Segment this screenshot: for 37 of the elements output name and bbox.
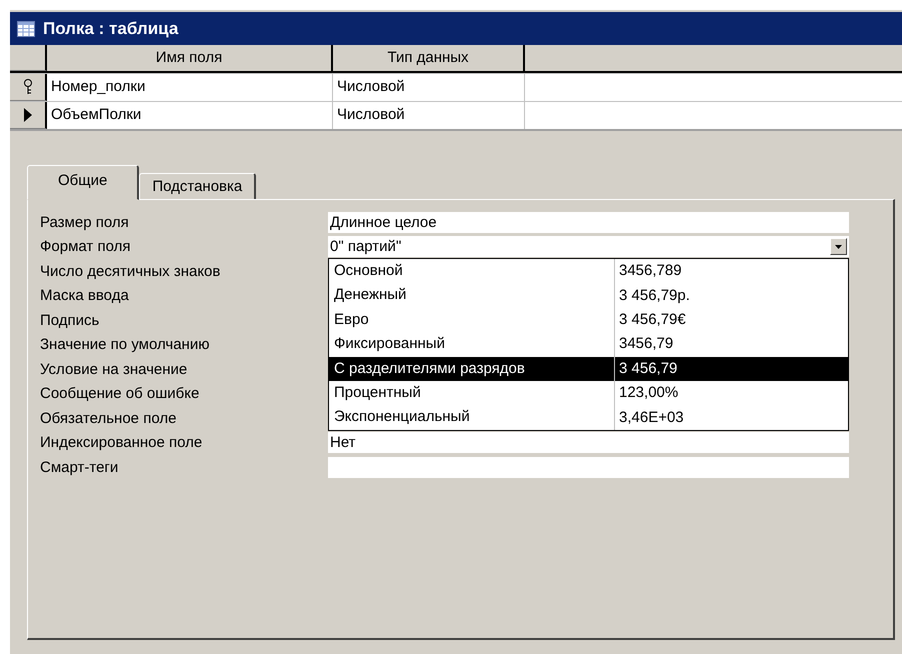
list-option[interactable]: Экспоненциальный 3,46E+03 — [329, 405, 848, 430]
property-label: Формат поля — [40, 238, 132, 256]
dropdown-button[interactable] — [830, 238, 847, 256]
row-selector[interactable] — [10, 74, 47, 101]
property-field[interactable] — [328, 456, 849, 478]
property-label: Условие на значение — [40, 360, 188, 378]
table-cell[interactable]: ОбъемПолки — [47, 102, 333, 129]
property-label: Размер поля — [40, 214, 130, 231]
table-cell[interactable]: Числовой — [333, 74, 525, 101]
property-label: Маска ввода — [40, 287, 130, 304]
window-title: Полка : таблица — [43, 18, 178, 38]
table-cell[interactable]: Числовой — [333, 102, 525, 129]
table-cell[interactable]: Номер_полки — [47, 74, 333, 101]
property-label: Число десятичных знаков — [40, 262, 222, 280]
property-label: Смарт-теги — [40, 458, 120, 476]
table-icon — [17, 20, 35, 36]
property-label: Подпись — [40, 312, 100, 329]
property-label: Обязательное поле — [40, 410, 178, 427]
property-field[interactable]: Нет — [328, 432, 849, 454]
tab[interactable]: Подстановка — [139, 173, 256, 199]
property-label: Значение по умолчанию — [40, 336, 210, 354]
key-icon — [22, 79, 32, 95]
list-option[interactable]: С разделителями разрядов 3 456,79 — [329, 356, 848, 381]
column-header[interactable]: Тип данных — [333, 45, 525, 71]
list-option[interactable]: Основной 3456,789 — [329, 259, 848, 284]
property-label: Сообщение об ошибке — [40, 385, 200, 402]
column-header[interactable]: Имя поля — [47, 45, 333, 71]
property-field[interactable]: Длинное целое — [328, 212, 849, 233]
list-option[interactable]: Евро 3 456,79€ — [329, 308, 848, 332]
property-label: Индексированное поле — [40, 434, 204, 452]
list-option[interactable]: Процентный 123,00% — [329, 380, 848, 406]
row-selector[interactable] — [10, 102, 47, 129]
current-row-icon — [24, 108, 32, 122]
format-dropdown[interactable]: 0" партий" — [328, 236, 849, 258]
tab[interactable]: Общие — [27, 165, 140, 200]
list-option[interactable]: Денежный 3 456,79р. — [329, 283, 848, 308]
caret-icon — [835, 244, 842, 249]
